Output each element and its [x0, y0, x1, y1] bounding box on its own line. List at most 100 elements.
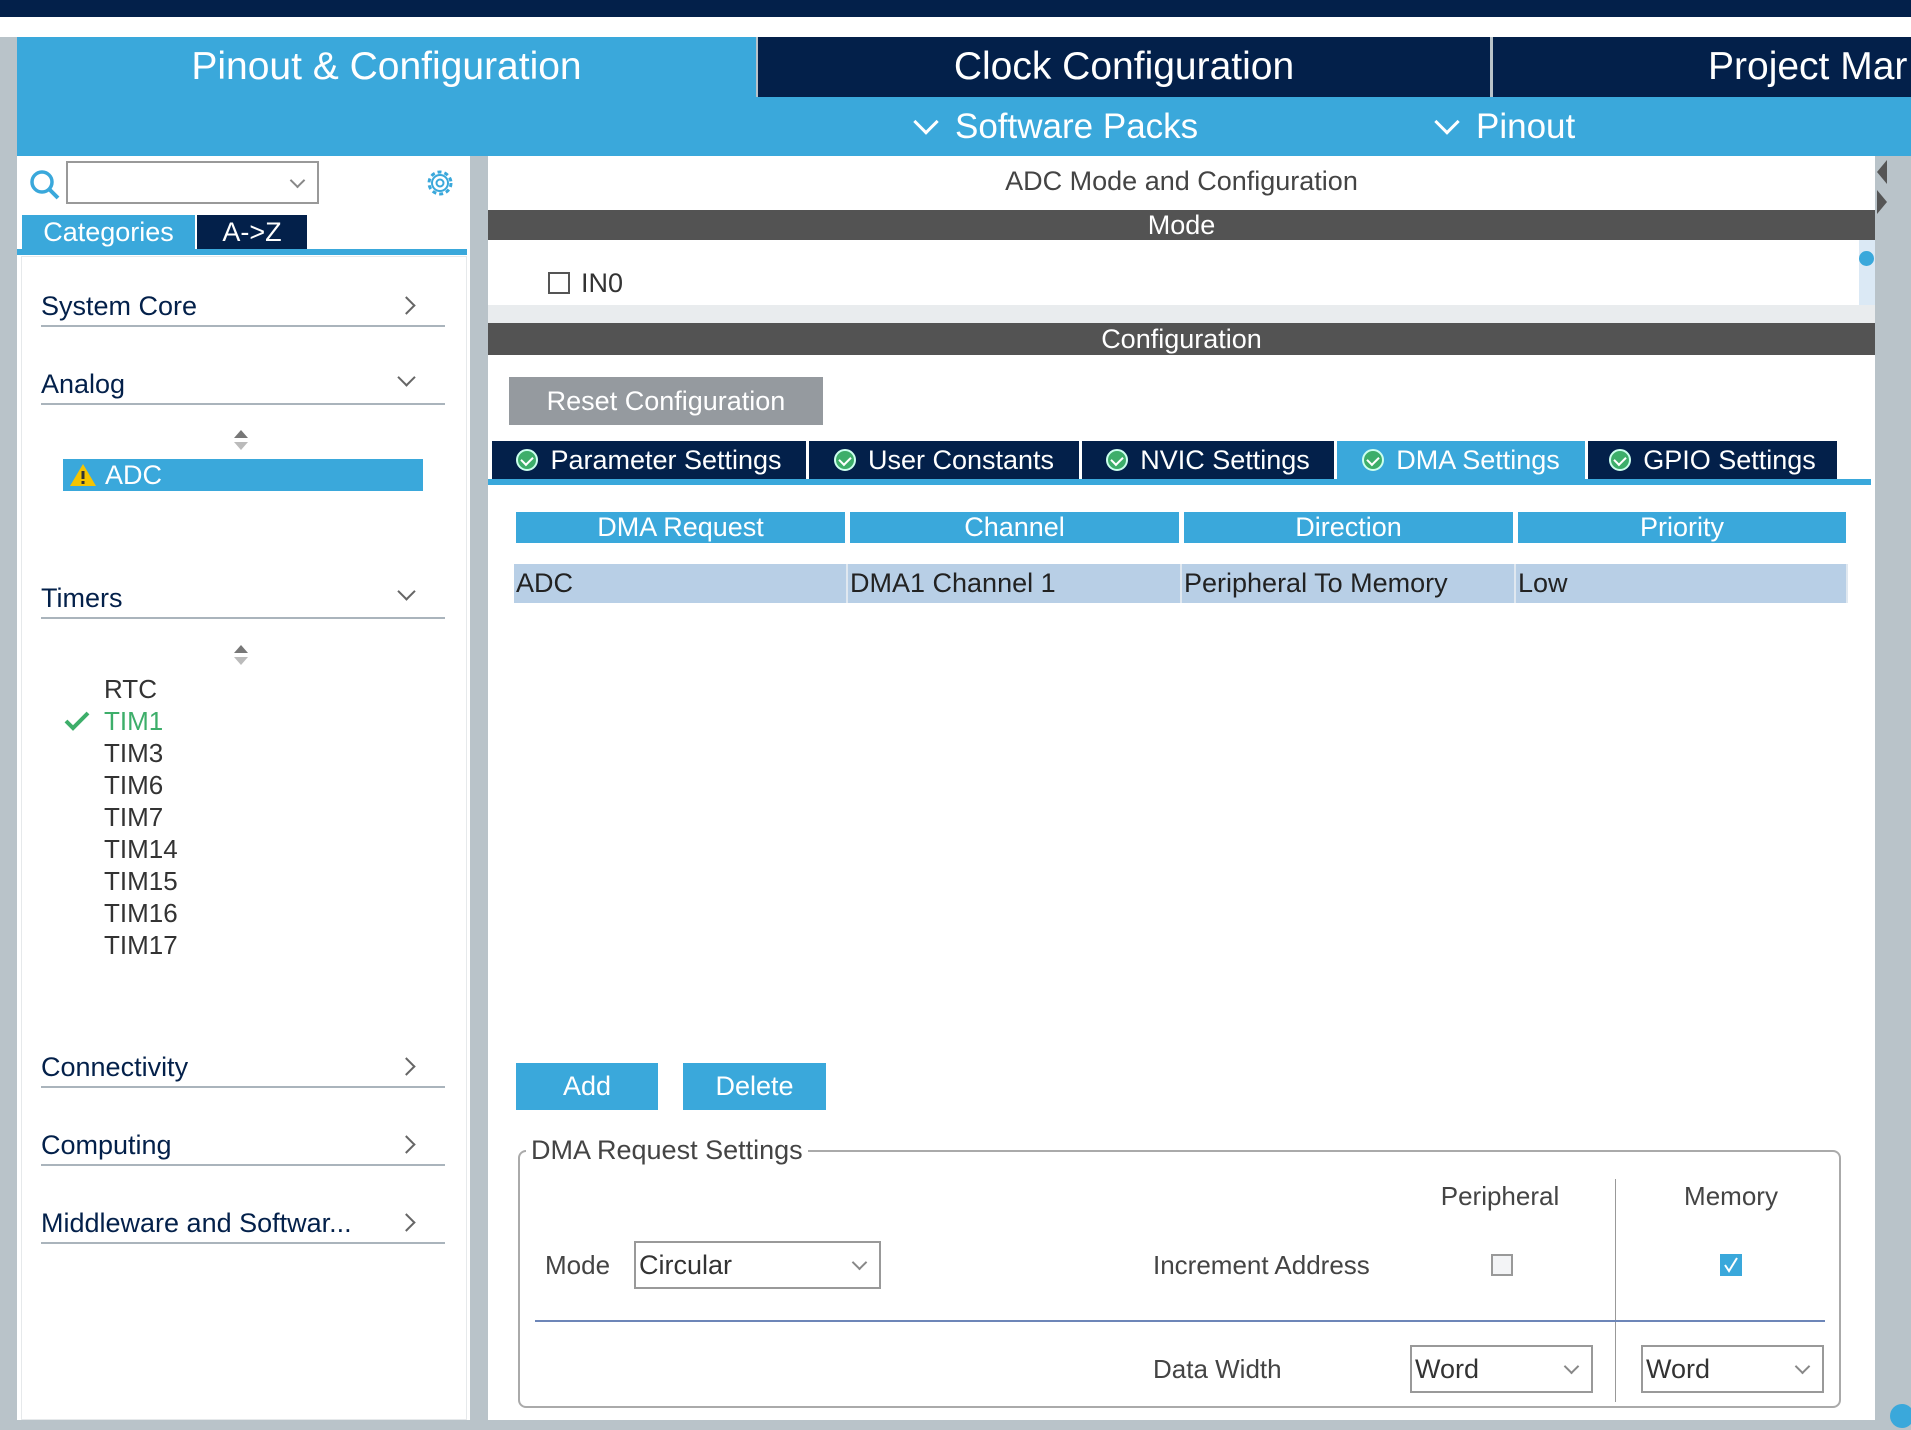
title-strip	[0, 17, 1911, 37]
list-item-rtc[interactable]: RTC	[104, 673, 157, 705]
category-system-core[interactable]: System Core	[41, 287, 445, 327]
tab-label: Clock Configuration	[953, 45, 1295, 88]
gear-icon[interactable]	[423, 166, 457, 200]
mode-select[interactable]: Circular	[634, 1241, 881, 1289]
group-legend: DMA Request Settings	[526, 1133, 808, 1167]
category-timers[interactable]: Timers	[41, 579, 445, 619]
category-label: Analog	[41, 368, 126, 399]
category-label: Middleware and Softwar...	[41, 1207, 352, 1238]
list-item-adc[interactable]: ADC	[63, 459, 423, 491]
select-value: Circular	[639, 1249, 733, 1280]
software-packs-menu[interactable]: Software Packs	[913, 97, 1199, 156]
tab-underline	[17, 249, 467, 255]
category-computing[interactable]: Computing	[41, 1126, 445, 1166]
sort-icon[interactable]	[234, 645, 248, 669]
check-circle-icon	[516, 449, 539, 471]
list-item-tim15[interactable]: TIM15	[104, 865, 178, 897]
check-icon	[1724, 1257, 1738, 1273]
search-icon[interactable]	[28, 168, 62, 202]
tab-nvic-settings[interactable]: NVIC Settings	[1082, 441, 1334, 479]
page-title: ADC Mode and Configuration	[1005, 166, 1358, 196]
add-button[interactable]: Add	[516, 1063, 658, 1110]
list-item-tim7[interactable]: TIM7	[104, 801, 163, 833]
memory-header: Memory	[1684, 1181, 1778, 1211]
window-title-bar	[0, 0, 1911, 17]
tab-label: GPIO Settings	[1643, 444, 1816, 475]
tab-label: Parameter Settings	[550, 444, 782, 475]
check-icon	[64, 711, 90, 731]
increment-peripheral-checkbox[interactable]	[1491, 1254, 1513, 1276]
tab-user-constants[interactable]: User Constants	[809, 441, 1079, 479]
scroll-thumb[interactable]	[1890, 1404, 1911, 1428]
peripheral-data-width-select[interactable]: Word	[1410, 1345, 1593, 1393]
table-cell-request[interactable]: ADC	[514, 564, 848, 603]
mode-scrollbar[interactable]	[1859, 240, 1875, 305]
check-circle-icon	[1609, 449, 1632, 471]
list-item-tim1[interactable]: TIM1	[104, 705, 163, 737]
list-item-tim6[interactable]: TIM6	[104, 769, 163, 801]
chevron-down-icon	[397, 582, 416, 601]
warning-icon	[70, 464, 96, 486]
table-cell-channel[interactable]: DMA1 Channel 1	[848, 564, 1182, 603]
increment-memory-checkbox[interactable]	[1720, 1254, 1742, 1276]
category-connectivity[interactable]: Connectivity	[41, 1048, 445, 1088]
chevron-right-icon	[397, 1057, 416, 1076]
check-circle-icon	[1362, 449, 1385, 471]
chevron-down-icon	[289, 172, 306, 189]
table-cell-priority[interactable]: Low	[1516, 564, 1848, 603]
table-cell-direction[interactable]: Peripheral To Memory	[1182, 564, 1516, 603]
check-circle-icon	[1106, 449, 1129, 471]
category-analog[interactable]: Analog	[41, 365, 445, 405]
tab-label: NVIC Settings	[1140, 444, 1310, 475]
category-label: Connectivity	[41, 1051, 189, 1082]
right-scrollbar[interactable]	[1877, 156, 1911, 1430]
list-item-tim14[interactable]: TIM14	[104, 833, 178, 865]
reset-configuration-button[interactable]: Reset Configuration	[509, 377, 823, 425]
data-width-label: Data Width	[1153, 1354, 1282, 1384]
column-header-direction[interactable]: Direction	[1184, 512, 1513, 543]
tab-label: User Constants	[867, 444, 1055, 475]
tab-dma-settings[interactable]: DMA Settings	[1337, 441, 1585, 479]
tab-project-manager[interactable]: Project Mar	[1493, 37, 1911, 97]
panel-splitter[interactable]	[470, 156, 488, 1420]
chevron-down-icon	[913, 108, 939, 135]
chevron-down-icon	[1434, 108, 1460, 135]
chevron-down-icon	[1794, 1358, 1811, 1375]
memory-data-width-select[interactable]: Word	[1641, 1345, 1824, 1393]
arrow-right-icon[interactable]	[1877, 190, 1887, 214]
check-circle-icon	[833, 449, 856, 471]
sort-icon[interactable]	[234, 430, 248, 454]
tab-gpio-settings[interactable]: GPIO Settings	[1588, 441, 1837, 479]
category-middleware[interactable]: Middleware and Softwar...	[41, 1204, 445, 1244]
chevron-down-icon	[397, 368, 416, 387]
tab-parameter-settings[interactable]: Parameter Settings	[492, 441, 806, 479]
list-item-tim17[interactable]: TIM17	[104, 929, 178, 961]
tab-categories[interactable]: Categories	[22, 215, 195, 249]
column-header-channel[interactable]: Channel	[850, 512, 1179, 543]
chevron-right-icon	[397, 296, 416, 315]
tab-label: A->Z	[222, 216, 282, 247]
tab-underline	[488, 479, 1871, 485]
tab-label: Project Mar	[1708, 45, 1908, 88]
list-item-tim3[interactable]: TIM3	[104, 737, 163, 769]
list-item-tim16[interactable]: TIM16	[104, 897, 178, 929]
configuration-header: Configuration	[488, 323, 1875, 355]
select-value: Word	[1646, 1353, 1711, 1384]
tab-a-z[interactable]: A->Z	[197, 215, 307, 249]
in0-checkbox[interactable]	[548, 272, 570, 294]
mode-label: Mode	[545, 1250, 611, 1280]
column-header-dma-request[interactable]: DMA Request	[516, 512, 845, 543]
search-input[interactable]	[66, 161, 319, 204]
tab-pinout-configuration[interactable]: Pinout & Configuration	[17, 37, 756, 97]
menu-label: Software Packs	[955, 106, 1199, 146]
chevron-right-icon	[397, 1135, 416, 1154]
section-gap	[488, 305, 1875, 323]
column-header-priority[interactable]: Priority	[1518, 512, 1846, 543]
arrow-left-icon[interactable]	[1877, 160, 1887, 184]
pinout-menu[interactable]: Pinout	[1434, 97, 1575, 156]
tab-clock-configuration[interactable]: Clock Configuration	[758, 37, 1490, 97]
category-label: Timers	[41, 582, 123, 613]
delete-button[interactable]: Delete	[683, 1063, 826, 1110]
scroll-thumb[interactable]	[1859, 251, 1874, 266]
increment-address-label: Increment Address	[1153, 1250, 1370, 1280]
